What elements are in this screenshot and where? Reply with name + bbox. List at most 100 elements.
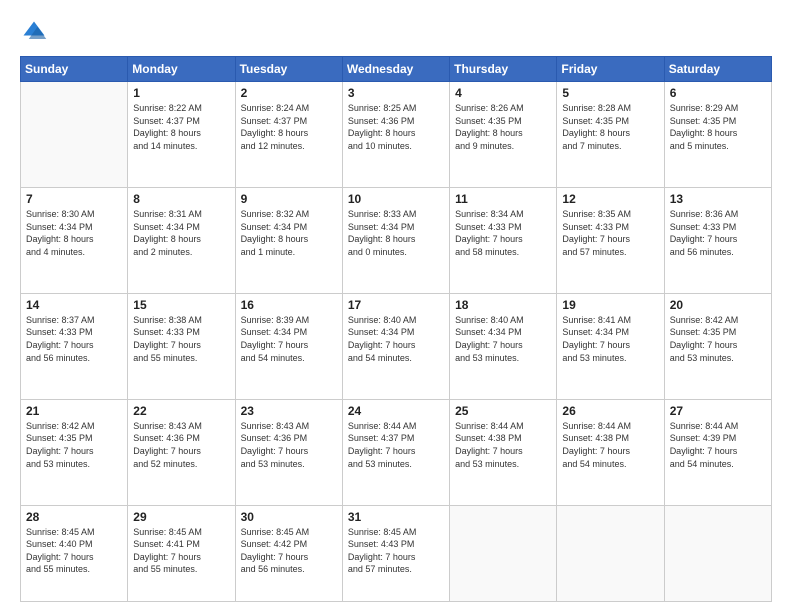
page: SundayMondayTuesdayWednesdayThursdayFrid… (0, 0, 792, 612)
cell-info-text: Sunrise: 8:44 AM Sunset: 4:39 PM Dayligh… (670, 420, 766, 470)
cell-date-number: 3 (348, 86, 444, 100)
calendar-cell: 22 Sunrise: 8:43 AM Sunset: 4:36 PM Dayli… (128, 399, 235, 505)
weekday-header-thursday: Thursday (450, 57, 557, 82)
cell-date-number: 29 (133, 510, 229, 524)
calendar-cell: 21 Sunrise: 8:42 AM Sunset: 4:35 PM Dayli… (21, 399, 128, 505)
weekday-header-tuesday: Tuesday (235, 57, 342, 82)
cell-info-text: Sunrise: 8:40 AM Sunset: 4:34 PM Dayligh… (455, 314, 551, 364)
cell-date-number: 9 (241, 192, 337, 206)
calendar-cell: 24 Sunrise: 8:44 AM Sunset: 4:37 PM Dayli… (342, 399, 449, 505)
weekday-header-row: SundayMondayTuesdayWednesdayThursdayFrid… (21, 57, 772, 82)
weekday-header-saturday: Saturday (664, 57, 771, 82)
calendar-cell: 11Sunrise: 8:34 AM Sunset: 4:33 PM Dayli… (450, 187, 557, 293)
calendar-cell (557, 505, 664, 601)
cell-date-number: 11 (455, 192, 551, 206)
calendar-cell: 20 Sunrise: 8:42 AM Sunset: 4:35 PM Dayli… (664, 293, 771, 399)
cell-date-number: 8 (133, 192, 229, 206)
calendar-cell: 13 Sunrise: 8:36 AM Sunset: 4:33 PM Dayli… (664, 187, 771, 293)
calendar-cell: 12Sunrise: 8:35 AM Sunset: 4:33 PM Dayli… (557, 187, 664, 293)
cell-info-text: Sunrise: 8:45 AM Sunset: 4:43 PM Dayligh… (348, 526, 444, 576)
calendar-cell: 31 Sunrise: 8:45 AM Sunset: 4:43 PM Dayli… (342, 505, 449, 601)
cell-date-number: 7 (26, 192, 122, 206)
calendar-cell (664, 505, 771, 601)
cell-info-text: Sunrise: 8:33 AM Sunset: 4:34 PM Dayligh… (348, 208, 444, 258)
cell-info-text: Sunrise: 8:28 AM Sunset: 4:35 PM Dayligh… (562, 102, 658, 152)
cell-date-number: 31 (348, 510, 444, 524)
cell-info-text: Sunrise: 8:22 AM Sunset: 4:37 PM Dayligh… (133, 102, 229, 152)
cell-date-number: 26 (562, 404, 658, 418)
cell-info-text: Sunrise: 8:40 AM Sunset: 4:34 PM Dayligh… (348, 314, 444, 364)
cell-date-number: 13 (670, 192, 766, 206)
calendar-cell: 30Sunrise: 8:45 AM Sunset: 4:42 PM Dayli… (235, 505, 342, 601)
cell-date-number: 6 (670, 86, 766, 100)
calendar-cell: 25 Sunrise: 8:44 AM Sunset: 4:38 PM Dayli… (450, 399, 557, 505)
cell-info-text: Sunrise: 8:45 AM Sunset: 4:40 PM Dayligh… (26, 526, 122, 576)
cell-date-number: 24 (348, 404, 444, 418)
cell-date-number: 15 (133, 298, 229, 312)
calendar-cell: 28 Sunrise: 8:45 AM Sunset: 4:40 PM Dayli… (21, 505, 128, 601)
calendar-week-row: 7 Sunrise: 8:30 AM Sunset: 4:34 PM Daylig… (21, 187, 772, 293)
cell-date-number: 30 (241, 510, 337, 524)
calendar-week-row: 14 Sunrise: 8:37 AM Sunset: 4:33 PM Dayli… (21, 293, 772, 399)
calendar-cell: 4Sunrise: 8:26 AM Sunset: 4:35 PM Daylig… (450, 82, 557, 188)
header (20, 18, 772, 46)
cell-date-number: 10 (348, 192, 444, 206)
calendar-cell: 8 Sunrise: 8:31 AM Sunset: 4:34 PM Daylig… (128, 187, 235, 293)
cell-date-number: 20 (670, 298, 766, 312)
cell-date-number: 17 (348, 298, 444, 312)
calendar-cell: 17 Sunrise: 8:40 AM Sunset: 4:34 PM Dayli… (342, 293, 449, 399)
logo (20, 18, 52, 46)
cell-date-number: 14 (26, 298, 122, 312)
cell-date-number: 16 (241, 298, 337, 312)
cell-info-text: Sunrise: 8:41 AM Sunset: 4:34 PM Dayligh… (562, 314, 658, 364)
weekday-header-wednesday: Wednesday (342, 57, 449, 82)
cell-date-number: 25 (455, 404, 551, 418)
calendar-cell: 1 Sunrise: 8:22 AM Sunset: 4:37 PM Daylig… (128, 82, 235, 188)
calendar-cell: 16 Sunrise: 8:39 AM Sunset: 4:34 PM Dayli… (235, 293, 342, 399)
calendar-week-row: 1 Sunrise: 8:22 AM Sunset: 4:37 PM Daylig… (21, 82, 772, 188)
cell-info-text: Sunrise: 8:38 AM Sunset: 4:33 PM Dayligh… (133, 314, 229, 364)
cell-date-number: 19 (562, 298, 658, 312)
cell-date-number: 1 (133, 86, 229, 100)
calendar-cell: 5 Sunrise: 8:28 AM Sunset: 4:35 PM Daylig… (557, 82, 664, 188)
calendar-cell: 14 Sunrise: 8:37 AM Sunset: 4:33 PM Dayli… (21, 293, 128, 399)
cell-info-text: Sunrise: 8:39 AM Sunset: 4:34 PM Dayligh… (241, 314, 337, 364)
weekday-header-monday: Monday (128, 57, 235, 82)
calendar-cell: 3 Sunrise: 8:25 AM Sunset: 4:36 PM Daylig… (342, 82, 449, 188)
cell-info-text: Sunrise: 8:37 AM Sunset: 4:33 PM Dayligh… (26, 314, 122, 364)
calendar-cell: 6Sunrise: 8:29 AM Sunset: 4:35 PM Daylig… (664, 82, 771, 188)
cell-info-text: Sunrise: 8:44 AM Sunset: 4:38 PM Dayligh… (562, 420, 658, 470)
cell-date-number: 22 (133, 404, 229, 418)
cell-info-text: Sunrise: 8:44 AM Sunset: 4:38 PM Dayligh… (455, 420, 551, 470)
cell-info-text: Sunrise: 8:42 AM Sunset: 4:35 PM Dayligh… (670, 314, 766, 364)
cell-info-text: Sunrise: 8:31 AM Sunset: 4:34 PM Dayligh… (133, 208, 229, 258)
weekday-header-friday: Friday (557, 57, 664, 82)
calendar-cell: 27Sunrise: 8:44 AM Sunset: 4:39 PM Dayli… (664, 399, 771, 505)
calendar-cell: 18 Sunrise: 8:40 AM Sunset: 4:34 PM Dayli… (450, 293, 557, 399)
calendar-week-row: 21 Sunrise: 8:42 AM Sunset: 4:35 PM Dayli… (21, 399, 772, 505)
cell-info-text: Sunrise: 8:42 AM Sunset: 4:35 PM Dayligh… (26, 420, 122, 470)
cell-date-number: 18 (455, 298, 551, 312)
cell-info-text: Sunrise: 8:43 AM Sunset: 4:36 PM Dayligh… (241, 420, 337, 470)
cell-date-number: 12 (562, 192, 658, 206)
logo-icon (20, 18, 48, 46)
cell-date-number: 21 (26, 404, 122, 418)
cell-info-text: Sunrise: 8:45 AM Sunset: 4:41 PM Dayligh… (133, 526, 229, 576)
cell-info-text: Sunrise: 8:36 AM Sunset: 4:33 PM Dayligh… (670, 208, 766, 258)
calendar-cell: 23Sunrise: 8:43 AM Sunset: 4:36 PM Dayli… (235, 399, 342, 505)
cell-date-number: 28 (26, 510, 122, 524)
calendar-cell: 9 Sunrise: 8:32 AM Sunset: 4:34 PM Daylig… (235, 187, 342, 293)
cell-info-text: Sunrise: 8:32 AM Sunset: 4:34 PM Dayligh… (241, 208, 337, 258)
weekday-header-sunday: Sunday (21, 57, 128, 82)
cell-date-number: 5 (562, 86, 658, 100)
calendar-cell: 2Sunrise: 8:24 AM Sunset: 4:37 PM Daylig… (235, 82, 342, 188)
calendar-cell (21, 82, 128, 188)
cell-info-text: Sunrise: 8:25 AM Sunset: 4:36 PM Dayligh… (348, 102, 444, 152)
calendar-cell (450, 505, 557, 601)
calendar-cell: 10 Sunrise: 8:33 AM Sunset: 4:34 PM Dayli… (342, 187, 449, 293)
cell-info-text: Sunrise: 8:44 AM Sunset: 4:37 PM Dayligh… (348, 420, 444, 470)
cell-info-text: Sunrise: 8:30 AM Sunset: 4:34 PM Dayligh… (26, 208, 122, 258)
cell-date-number: 4 (455, 86, 551, 100)
cell-info-text: Sunrise: 8:43 AM Sunset: 4:36 PM Dayligh… (133, 420, 229, 470)
calendar-cell: 15 Sunrise: 8:38 AM Sunset: 4:33 PM Dayli… (128, 293, 235, 399)
